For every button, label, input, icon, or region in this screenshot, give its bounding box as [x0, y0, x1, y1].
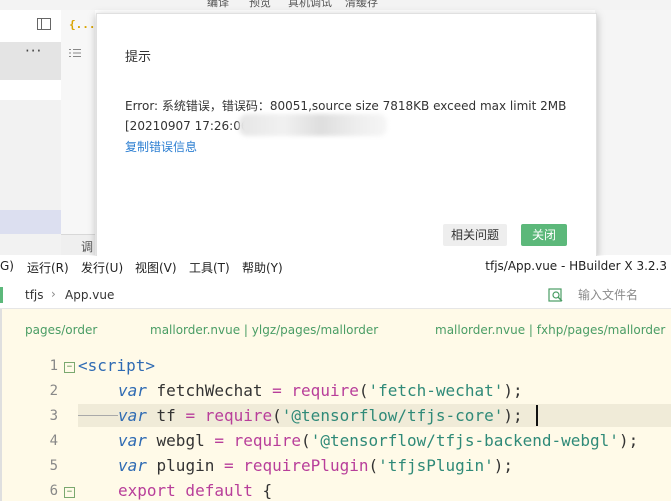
debug-tab-label: 调 — [81, 240, 94, 254]
fold-toggle-icon[interactable]: − — [64, 487, 75, 498]
line-number: 2 — [49, 383, 58, 399]
breadcrumb: tfjs › App.vue — [0, 282, 671, 309]
indent-guide — [78, 415, 118, 416]
redacted-region — [239, 114, 387, 136]
line-number: 3 — [49, 408, 58, 424]
breadcrumb-folder[interactable]: tfjs — [25, 288, 44, 302]
menu-bar: G) 运行(R) 发行(U) 视图(V) 工具(T) 帮助(Y) tfjs/Ap… — [0, 256, 671, 278]
error-timestamp: [20210907 17:26:06 — [125, 119, 249, 133]
code-editor[interactable]: pages/order mallorder.nvue | ylgz/pages/… — [0, 309, 671, 501]
dialog-title: 提示 — [125, 50, 152, 65]
code-line: var tf = require('@tensorflow/tfjs-core'… — [118, 406, 523, 425]
code-line: <script> — [78, 356, 156, 375]
toolbar-device-debug[interactable]: 真机调试 — [288, 0, 332, 10]
more-icon[interactable]: ··· — [25, 42, 42, 60]
menu-item-tools[interactable]: 工具(T) — [189, 259, 230, 276]
open-file-path[interactable]: pages/order — [25, 323, 97, 337]
code-line: export default { — [118, 481, 273, 500]
sidebar-toggle-icon[interactable] — [37, 18, 51, 30]
code-line: var webgl = require('@tensorflow/tfjs-ba… — [118, 431, 639, 450]
toolbar-preview[interactable]: 预览 — [249, 0, 271, 10]
editor-gutter-area — [61, 10, 95, 255]
open-files-row: pages/order mallorder.nvue | ylgz/pages/… — [0, 309, 671, 349]
breadcrumb-file[interactable]: App.vue — [65, 288, 114, 302]
line-number: 4 — [49, 433, 58, 449]
text-cursor — [536, 405, 538, 426]
line-number: 5 — [49, 458, 58, 474]
menu-item-view[interactable]: 视图(V) — [135, 259, 177, 276]
debug-tab[interactable]: 调 — [61, 234, 95, 255]
toolbar-compile[interactable]: 编译 — [207, 0, 229, 10]
toolbar-clear-cache[interactable]: 清缓存 — [345, 0, 378, 10]
related-issues-button[interactable]: 相关问题 — [443, 224, 507, 246]
menu-item-run[interactable]: 运行(R) — [27, 259, 69, 276]
left-panel-row — [0, 100, 61, 210]
toolbar-strip: 编译 预览 真机调试 清缓存 — [0, 0, 671, 10]
line-number: 6 — [49, 483, 58, 499]
code-line: var fetchWechat = require('fetch-wechat'… — [118, 381, 523, 400]
project-marker — [0, 287, 3, 303]
error-message: Error: 系统错误，错误码：80051,source size 7818KB… — [125, 99, 567, 113]
left-panel-row — [0, 80, 61, 100]
fold-toggle-icon[interactable]: − — [64, 362, 75, 373]
file-search-input[interactable] — [572, 286, 671, 304]
line-number: 1 — [49, 358, 58, 374]
code-line: var plugin = requirePlugin('tfjsPlugin')… — [118, 456, 513, 475]
window-title: tfjs/App.vue - HBuilder X 3.2.3 — [485, 259, 667, 273]
file-search-icon[interactable] — [548, 287, 564, 303]
left-panel-header — [0, 10, 61, 42]
left-panel-selected-row[interactable] — [0, 210, 61, 234]
open-file-path[interactable]: mallorder.nvue | ylgz/pages/mallorder — [150, 323, 378, 337]
copy-error-link[interactable]: 复制错误信息 — [125, 138, 197, 155]
open-file-path[interactable]: mallorder.nvue | fxhp/pages/mallorder — [435, 323, 665, 337]
close-button[interactable]: 关闭 — [521, 224, 567, 246]
menu-item-publish[interactable]: 发行(U) — [81, 259, 123, 276]
menu-item-help[interactable]: 帮助(Y) — [242, 259, 283, 276]
list-icon[interactable] — [69, 48, 81, 58]
menu-item-partial[interactable]: G) — [0, 259, 14, 273]
right-panel — [595, 10, 671, 255]
breadcrumb-separator: › — [51, 287, 56, 301]
error-dialog: 提示 Error: 系统错误，错误码：80051,source size 781… — [96, 13, 597, 257]
